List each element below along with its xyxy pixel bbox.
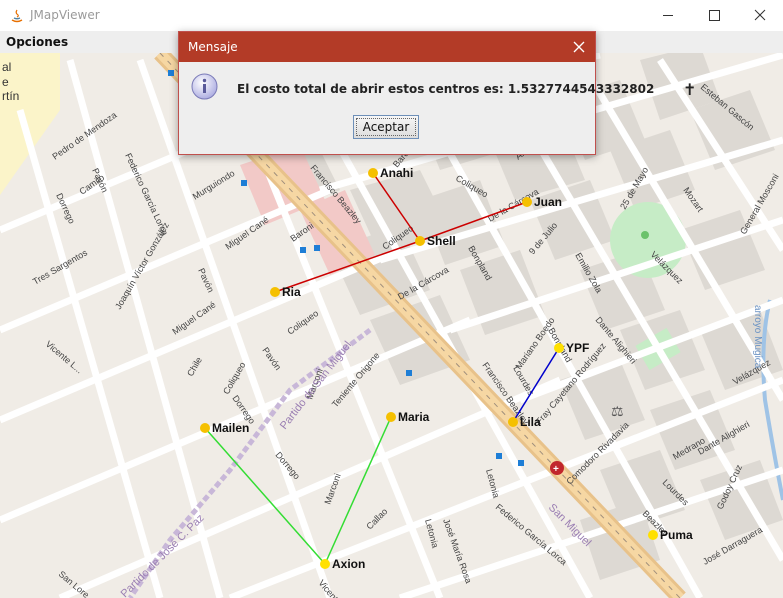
marker-label: Mailen [212, 421, 249, 435]
dialog-body: El costo total de abrir estos centros es… [179, 62, 654, 154]
marker-label: Axion [332, 557, 365, 571]
marker-label: Maria [398, 410, 430, 424]
church-icon: ✝ [683, 82, 696, 99]
marker-label: Lila [520, 415, 541, 429]
waterway-label: arroyo Mugica [752, 305, 763, 369]
marker-dot[interactable] [508, 417, 518, 427]
marker-label: Juan [534, 195, 562, 209]
close-icon[interactable] [737, 0, 783, 31]
partial-label: e [2, 75, 9, 89]
maximize-icon[interactable] [691, 0, 737, 31]
marker-label: YPF [566, 341, 589, 355]
marker-dot[interactable] [270, 287, 280, 297]
message-dialog: Mensaje El costo total de abrir estos ce… [178, 31, 654, 155]
marker-dot[interactable] [554, 343, 564, 353]
marker-label: Ria [282, 285, 301, 299]
marker-label: Puma [660, 528, 693, 542]
java-app-icon [11, 9, 23, 23]
minimize-icon[interactable] [645, 0, 691, 31]
window-title-bar: JMapViewer [0, 0, 783, 31]
menu-opciones[interactable]: Opciones [6, 35, 68, 49]
dialog-title: Mensaje [188, 40, 238, 54]
hospital-cross-icon: + [553, 464, 559, 475]
marker-dot[interactable] [368, 168, 378, 178]
info-icon [191, 73, 218, 100]
marker-label: Shell [427, 234, 456, 248]
marker-dot[interactable] [648, 530, 658, 540]
marker-dot[interactable] [522, 197, 532, 207]
dialog-title-bar[interactable]: Mensaje [179, 32, 595, 62]
window-title: JMapViewer [30, 8, 100, 22]
marker-dot[interactable] [200, 423, 210, 433]
close-icon[interactable] [569, 37, 589, 57]
partial-label: rtín [2, 89, 19, 103]
dialog-message: El costo total de abrir estos centros es… [237, 82, 655, 96]
marker-ria[interactable]: Ria [270, 285, 301, 299]
marker-dot[interactable] [386, 412, 396, 422]
marker-dot[interactable] [415, 236, 425, 246]
partial-label: al [2, 60, 11, 74]
marker-lila[interactable]: Lila [508, 415, 541, 429]
marker-dot[interactable] [320, 559, 330, 569]
plaza-icon [641, 231, 649, 239]
marker-label: Anahi [380, 166, 413, 180]
courthouse-icon: ⚖ [611, 403, 624, 419]
marker-ypf[interactable]: YPF [554, 341, 589, 355]
accept-button[interactable]: Aceptar [353, 115, 419, 139]
